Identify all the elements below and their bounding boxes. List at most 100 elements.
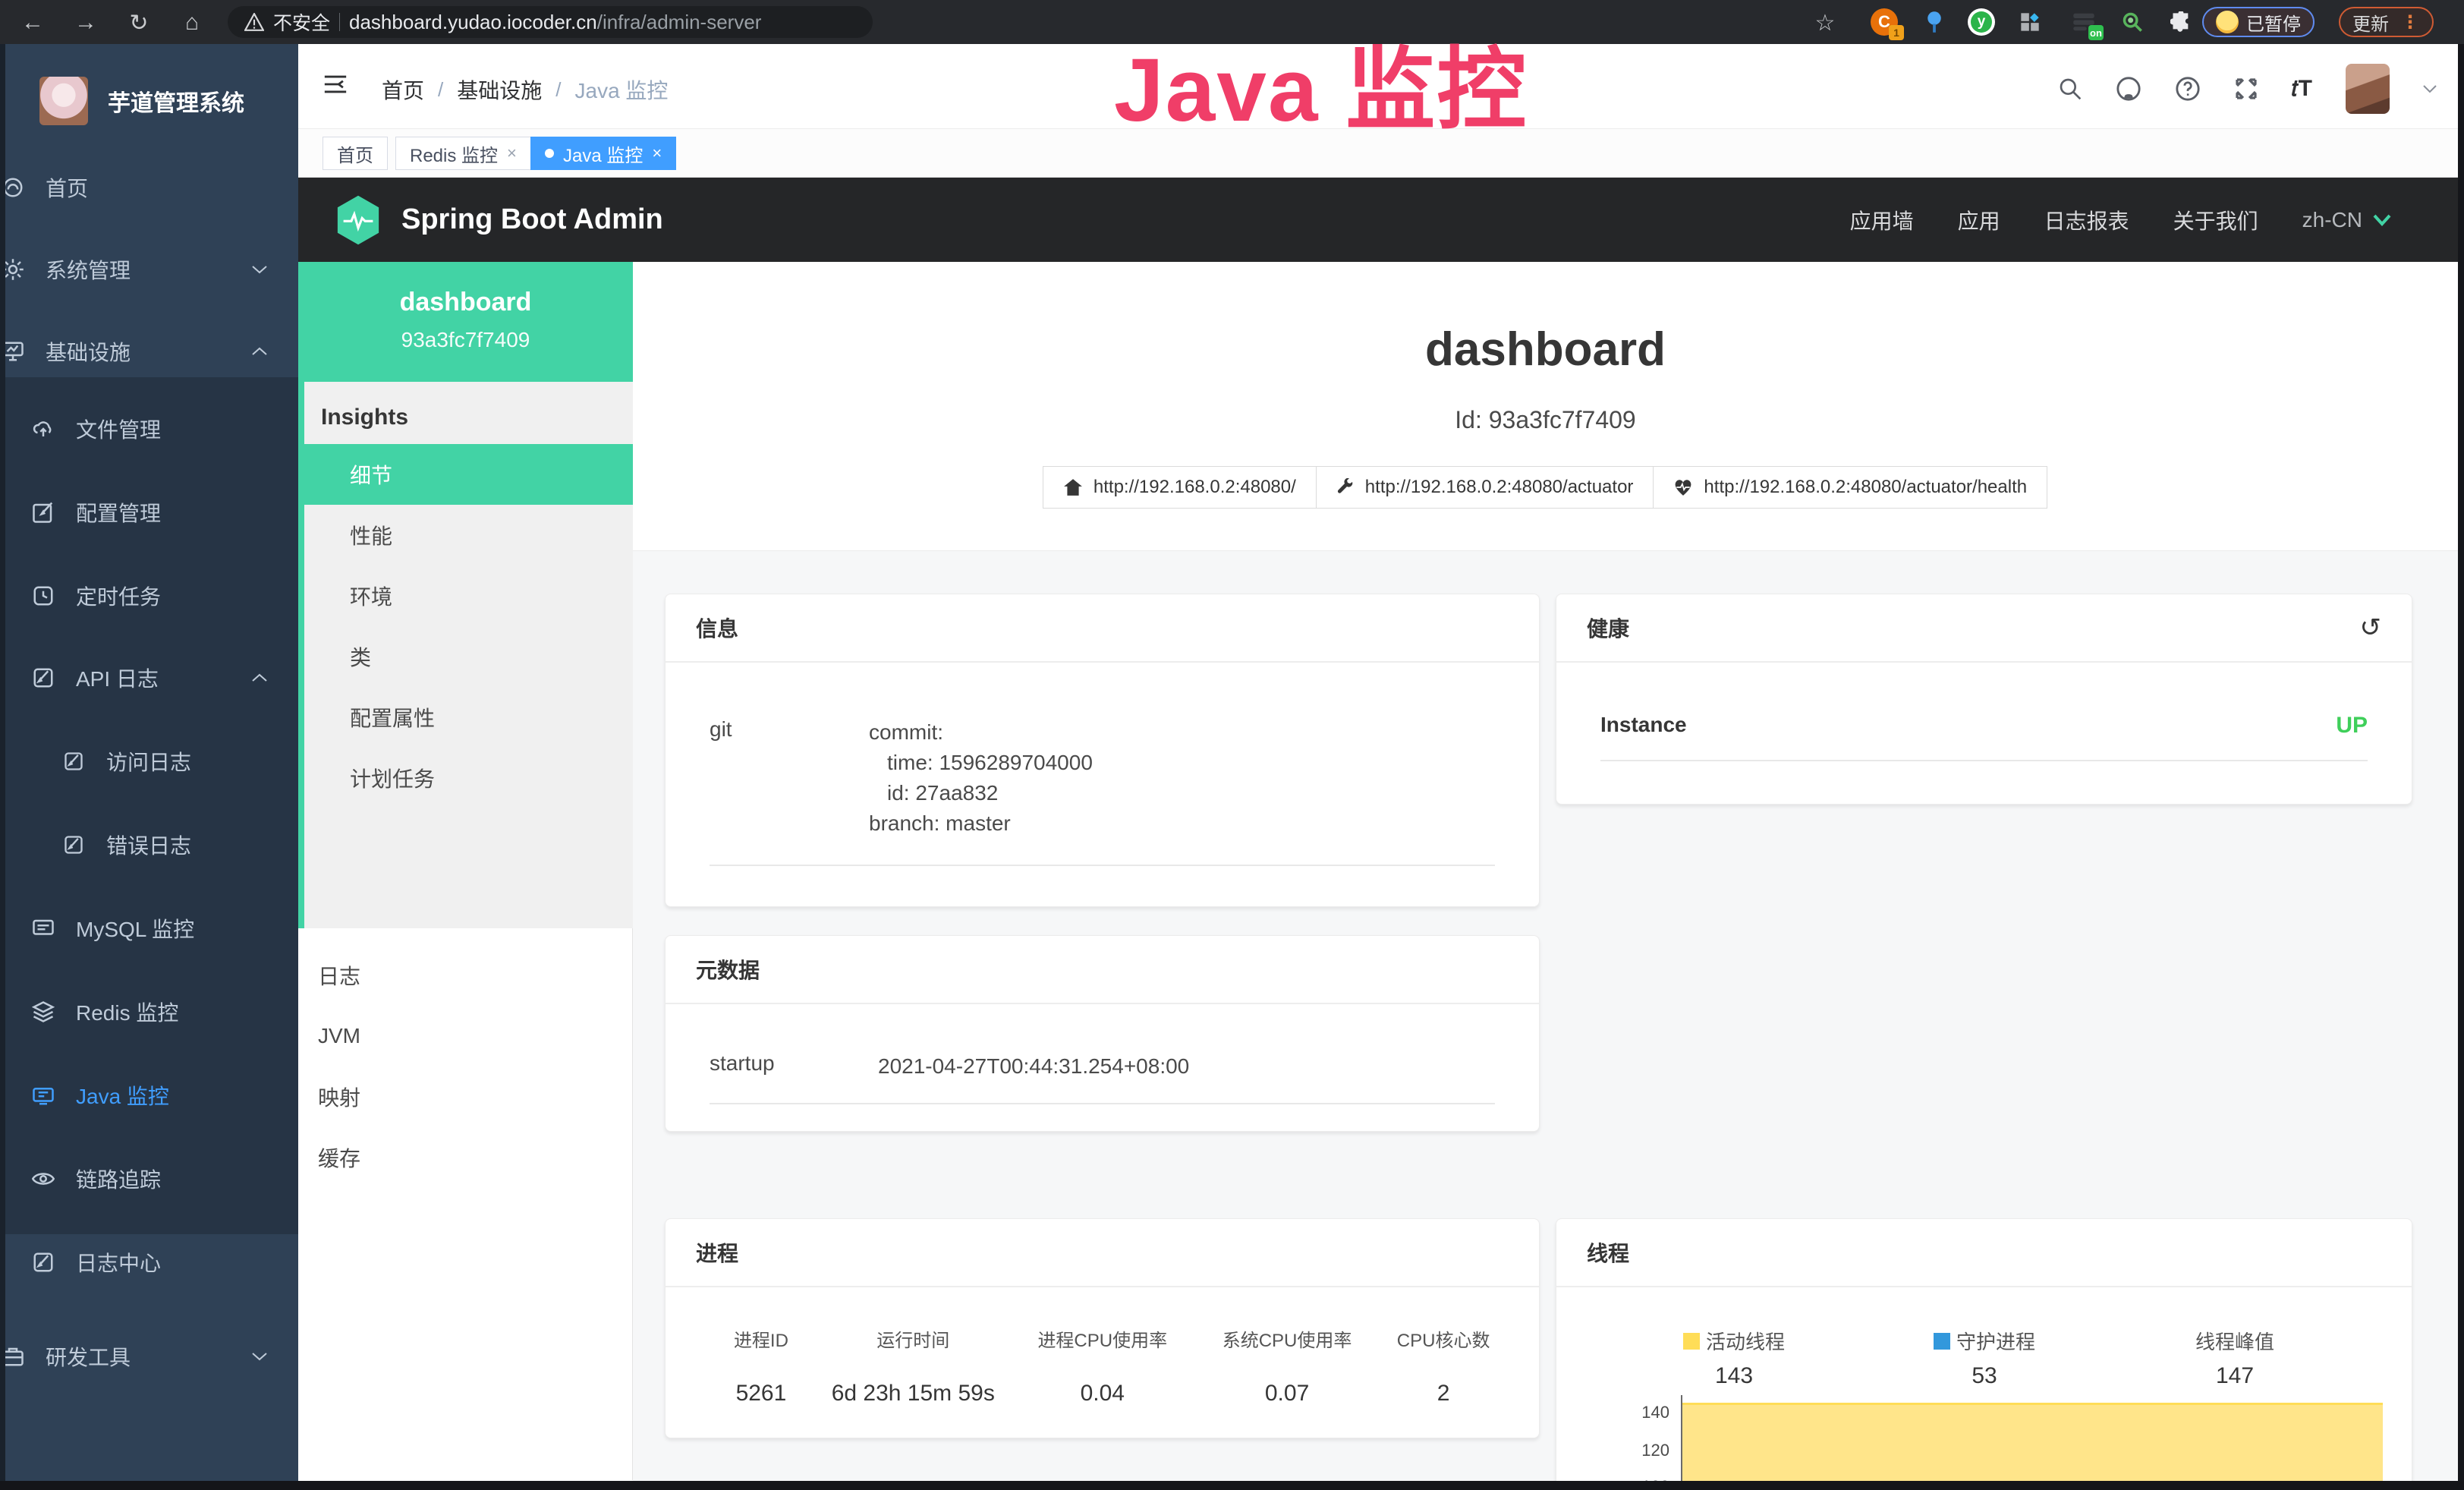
live-threads-value: 143: [1609, 1363, 1859, 1389]
sidebar-item-mysql[interactable]: MySQL 监控: [0, 899, 298, 958]
back-icon[interactable]: ←: [20, 10, 46, 36]
legend-swatch-blue: [1934, 1333, 1950, 1350]
address-bar[interactable]: 不安全 dashboard.yudao.iocoder.cn/infra/adm…: [228, 6, 873, 38]
tab-redis-monitor[interactable]: Redis 监控 ×: [395, 137, 531, 170]
extension-pin-icon[interactable]: [1921, 8, 1948, 36]
extension-green-y-icon[interactable]: y: [1968, 8, 1995, 36]
breadcrumb-separator: /: [438, 78, 443, 102]
sba-logo-icon: [335, 194, 382, 246]
sidebar-item-config[interactable]: 配置管理: [0, 483, 298, 542]
sidebar-collapse-icon[interactable]: [323, 73, 348, 96]
sidebar-item-access-log[interactable]: 访问日志: [0, 732, 298, 791]
sidebar-item-redis[interactable]: Redis 监控: [0, 982, 298, 1041]
github-icon[interactable]: [2116, 76, 2141, 102]
url-host: dashboard.yudao.iocoder.cn: [349, 11, 597, 33]
sidebar-item-error-log[interactable]: 错误日志: [0, 815, 298, 874]
sba-language-select[interactable]: zh-CN: [2302, 208, 2391, 232]
font-size-icon[interactable]: 𝑡T: [2292, 76, 2312, 102]
tab-close-icon[interactable]: ×: [652, 143, 662, 163]
instance-header[interactable]: dashboard 93a3fc7f7409: [298, 262, 633, 382]
sidebar-item-jobs[interactable]: 定时任务: [0, 566, 298, 625]
update-button[interactable]: 更新 ⋮: [2339, 7, 2434, 37]
sba-nav-about[interactable]: 关于我们: [2173, 205, 2258, 235]
sidebar-item-label: 链路追踪: [76, 1164, 161, 1194]
daemon-threads-value: 53: [1859, 1363, 2110, 1389]
user-menu-caret-icon[interactable]: [2423, 84, 2437, 93]
sidebar-item-infra[interactable]: 基础设施: [0, 322, 298, 381]
recording-paused-pill[interactable]: 已暂停: [2202, 7, 2315, 37]
sba-nav-wallboard[interactable]: 应用墙: [1850, 205, 1914, 235]
extension-colorzilla-icon[interactable]: C 1: [1871, 8, 1898, 36]
subnav-label: 配置属性: [350, 702, 435, 732]
history-icon[interactable]: ↺: [2360, 613, 2382, 643]
app-title: 芋道管理系统: [108, 84, 244, 118]
sidebar-item-log-center[interactable]: 日志中心: [0, 1233, 298, 1292]
emoji-face-icon: [2216, 11, 2239, 33]
sba-nav-journal[interactable]: 日志报表: [2044, 205, 2129, 235]
extension-magnifier-icon[interactable]: [2119, 8, 2146, 36]
tab-label: Redis 监控: [410, 140, 498, 167]
app-logo-image: [39, 77, 88, 125]
tab-close-icon[interactable]: ×: [507, 143, 517, 163]
subnav-metrics[interactable]: 性能: [304, 505, 633, 565]
sidebar-item-tracing[interactable]: 链路追踪: [0, 1149, 298, 1208]
chevron-down-icon: [2373, 214, 2391, 226]
health-card: 健康 ↺ Instance UP: [1556, 594, 2412, 805]
subnav-details[interactable]: 细节: [304, 444, 633, 505]
subnav-config-props[interactable]: 配置属性: [304, 687, 633, 748]
sidebar-item-files[interactable]: 文件管理: [0, 399, 298, 458]
home-icon[interactable]: ⌂: [179, 10, 205, 36]
fullscreen-icon[interactable]: [2234, 77, 2258, 101]
forward-icon[interactable]: →: [73, 10, 99, 36]
paused-label: 已暂停: [2246, 9, 2301, 36]
breadcrumb-infra[interactable]: 基础设施: [457, 74, 542, 105]
active-tab-dot: [545, 149, 554, 158]
app-logo-row[interactable]: 芋道管理系统: [0, 59, 298, 143]
sidebar-item-java-monitor[interactable]: Java 监控: [0, 1066, 298, 1125]
service-url-button[interactable]: http://192.168.0.2:48080/: [1043, 466, 1317, 509]
subnav-jvm[interactable]: JVM: [298, 1006, 633, 1066]
subnav-classes[interactable]: 类: [304, 626, 633, 687]
info-card: 信息 git commit: time: 1596289704000 id: 2…: [665, 594, 1540, 907]
browser-menu-dots-icon[interactable]: ⋮: [2401, 11, 2420, 33]
sidebar-item-system[interactable]: 系统管理: [0, 240, 298, 299]
extensions-puzzle-icon[interactable]: [2167, 8, 2195, 36]
bookmark-star-icon[interactable]: ☆: [1812, 10, 1838, 36]
actuator-url-button[interactable]: http://192.168.0.2:48080/actuator: [1316, 466, 1654, 509]
sidebar-item-label: 日志中心: [76, 1247, 161, 1277]
process-col-cpu: 进程CPU使用率: [1009, 1325, 1196, 1352]
subnav-scheduled-tasks[interactable]: 计划任务: [304, 748, 633, 808]
tab-home[interactable]: 首页: [323, 137, 388, 170]
sba-brand-title[interactable]: Spring Boot Admin: [401, 203, 663, 236]
document-edit-icon: [61, 751, 87, 772]
subnav-logging[interactable]: 日志: [298, 945, 633, 1006]
avatar[interactable]: [2346, 64, 2390, 114]
document-edit-icon: [30, 1251, 56, 1274]
help-icon[interactable]: [2175, 76, 2201, 102]
subnav-label: 映射: [318, 1082, 360, 1112]
extension-tampermonkey-icon[interactable]: on: [2070, 8, 2097, 36]
schedule-icon: [30, 584, 56, 607]
search-icon[interactable]: [2058, 77, 2082, 101]
subnav-mappings[interactable]: 映射: [298, 1066, 633, 1127]
url-path: /infra/admin-server: [597, 11, 762, 33]
sidebar-item-label: API 日志: [76, 663, 159, 693]
git-id-line: id: 27aa832: [869, 778, 1093, 808]
sba-language-value: zh-CN: [2302, 208, 2362, 232]
subnav-caches[interactable]: 缓存: [298, 1127, 633, 1188]
extension-grid-icon[interactable]: [2016, 8, 2044, 36]
chevron-up-icon: [251, 673, 268, 683]
tab-java-monitor[interactable]: Java 监控 ×: [530, 137, 676, 170]
health-url-button[interactable]: http://192.168.0.2:48080/actuator/health: [1653, 466, 2047, 509]
heartbeat-icon: [1673, 478, 1693, 496]
subnav-environment[interactable]: 环境: [304, 565, 633, 626]
breadcrumb-home[interactable]: 首页: [382, 74, 424, 105]
sba-nav-applications[interactable]: 应用: [1958, 205, 2000, 235]
reload-icon[interactable]: ↻: [126, 10, 152, 36]
info-row-value: commit: time: 1596289704000 id: 27aa832 …: [869, 717, 1093, 839]
sidebar-item-home[interactable]: 首页: [0, 158, 298, 217]
health-row-label: Instance: [1600, 713, 1687, 739]
sidebar-item-api-log[interactable]: API 日志: [0, 648, 298, 707]
extension-badge: 1: [1889, 25, 1904, 40]
sidebar-item-dev-tools[interactable]: 研发工具: [0, 1327, 298, 1386]
